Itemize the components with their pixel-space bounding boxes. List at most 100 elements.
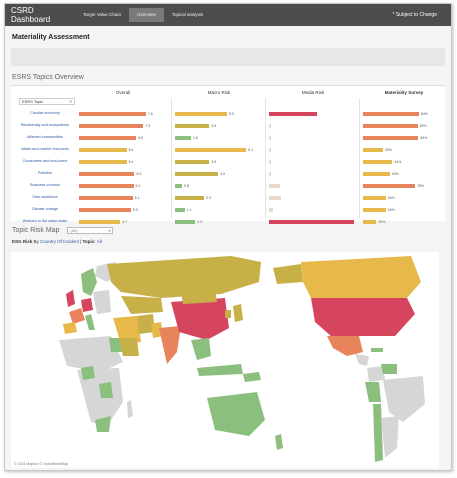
dashboard-frame: CSRD Dashboard Target Value Chain Overvi…: [4, 3, 452, 471]
macro-risk-bar[interactable]: [175, 160, 210, 164]
media-risk-bar[interactable]: [269, 208, 274, 212]
media-risk-bar[interactable]: [269, 148, 271, 152]
country-uk: [66, 290, 75, 307]
survey-bars: 84% 82% 83% 30% 44% 40% 78% 34% 34% 20%: [361, 100, 447, 224]
country-nigeria: [81, 366, 95, 380]
macro-risk-value-label: 0.8: [184, 184, 189, 188]
tab-overview[interactable]: Overview: [128, 8, 164, 22]
topic-row-label[interactable]: Workers in the value chain: [15, 219, 75, 223]
sort-icon[interactable]: ≡: [70, 99, 72, 105]
overall-value-label: 5.9: [132, 208, 138, 212]
tab-topical-analysis[interactable]: Topical analysis: [164, 4, 212, 26]
media-risk-bar[interactable]: [269, 184, 280, 188]
divider: [171, 98, 172, 218]
macro-risk-value-label: 1.1: [186, 208, 192, 212]
media-risk-bar[interactable]: [269, 196, 282, 200]
topic-row-label[interactable]: Own workforce: [15, 195, 75, 199]
risk-subtitle: ESG Risk By Country Of Incident | Topic:…: [12, 239, 102, 244]
overall-value-label: 6.3: [136, 172, 142, 176]
topics-section-title: ESRS Topics Overview: [12, 74, 84, 81]
world-map[interactable]: © 2024 Mapbox © OpenStreetMap: [11, 252, 439, 468]
overall-bar[interactable]: [79, 196, 133, 200]
macro-risk-value-label: 4.9: [220, 172, 225, 176]
survey-bar[interactable]: [363, 184, 415, 188]
topic-row-label[interactable]: Biodiversity and ecosystems: [15, 123, 75, 127]
overall-bar[interactable]: [79, 148, 127, 152]
overall-bar[interactable]: [79, 136, 137, 140]
topic-value-link[interactable]: All: [97, 239, 102, 244]
survey-value-label: 30%: [385, 148, 393, 152]
country-saudi-arabia: [119, 338, 139, 356]
macro-risk-bar[interactable]: [175, 148, 247, 152]
topic-row-label[interactable]: Circular economy: [15, 111, 75, 115]
macro-risk-bar[interactable]: [175, 172, 219, 176]
overall-bar[interactable]: [79, 184, 134, 188]
overall-bar[interactable]: [79, 208, 131, 212]
macro-risk-bar[interactable]: [175, 208, 185, 212]
media-risk-bar[interactable]: [269, 160, 271, 164]
by-label: By: [33, 239, 39, 244]
dimension-link[interactable]: Country Of Incident: [40, 239, 79, 244]
overall-value-label: 6.1: [134, 196, 140, 200]
macro-risk-bar[interactable]: [175, 124, 210, 128]
macro-risk-bar[interactable]: [175, 136, 191, 140]
column-header-materiality-survey: Materiality Survey: [384, 90, 424, 95]
macro-risk-bar[interactable]: [175, 112, 227, 116]
survey-bar[interactable]: [363, 148, 383, 152]
country-korea: [225, 310, 231, 318]
overall-bar[interactable]: [79, 172, 135, 176]
survey-bar[interactable]: [363, 136, 419, 140]
macro-risk-bars: 5.9 3.9 1.8 8.1 3.9 4.9 0.8 3.3 1.1 2.3: [173, 100, 265, 224]
country-southeast-asia: [191, 338, 211, 360]
topic-row-label[interactable]: Water and marine resources: [15, 147, 75, 151]
media-risk-bar[interactable]: [269, 136, 271, 140]
country-madagascar: [127, 400, 133, 418]
macro-risk-value-label: 5.9: [228, 112, 234, 116]
country-new-zealand: [275, 434, 283, 450]
country-canada: [301, 256, 421, 302]
overall-value-label: 7.6: [147, 112, 153, 116]
tab-target-value-chain[interactable]: Target Value Chain: [75, 4, 129, 26]
country-usa: [311, 298, 415, 336]
country-germany: [81, 298, 93, 312]
topic-row-label[interactable]: Pollution: [15, 171, 75, 175]
media-risk-bar[interactable]: [269, 124, 271, 128]
topic-row-label[interactable]: Consumers and end-users: [15, 159, 75, 163]
macro-risk-value-label: 3.9: [211, 160, 217, 164]
macro-risk-bar[interactable]: [175, 196, 205, 200]
survey-bar[interactable]: [363, 220, 377, 224]
survey-bar[interactable]: [363, 160, 393, 164]
country-mexico: [327, 336, 363, 356]
survey-bar[interactable]: [363, 124, 418, 128]
country-venezuela: [381, 364, 397, 374]
macro-risk-value-label: 2.3: [197, 220, 203, 224]
media-risk-bar[interactable]: [269, 112, 318, 116]
map-svg[interactable]: [11, 252, 439, 468]
survey-bar[interactable]: [363, 208, 386, 212]
country-japan: [233, 304, 243, 322]
overall-bar[interactable]: [79, 112, 146, 116]
overall-value-label: 7.3: [145, 124, 151, 128]
country-kazakhstan: [121, 296, 163, 314]
topic-select[interactable]: (All): [67, 227, 114, 234]
overall-bar[interactable]: [79, 124, 144, 128]
topic-row-label[interactable]: Business conduct: [15, 183, 75, 187]
survey-bar[interactable]: [363, 172, 390, 176]
survey-bar[interactable]: [363, 196, 386, 200]
topic-row-label[interactable]: Climate change: [15, 207, 75, 211]
filter-banner: [11, 48, 445, 66]
overall-bar[interactable]: [79, 160, 127, 164]
topic-column-filter[interactable]: ESRS Topic ≡: [19, 98, 75, 105]
country-spain: [63, 322, 77, 334]
divider: [265, 98, 266, 218]
macro-risk-bar[interactable]: [175, 220, 196, 224]
media-risk-bar[interactable]: [269, 172, 271, 176]
survey-bar[interactable]: [363, 112, 419, 116]
topic-row-label[interactable]: Affected communities: [15, 135, 75, 139]
media-risk-bar[interactable]: [269, 220, 355, 224]
macro-risk-bar[interactable]: [175, 184, 183, 188]
macro-risk-value-label: 3.9: [211, 124, 217, 128]
map-title: Topic Risk Map: [12, 227, 60, 234]
survey-value-label: 40%: [391, 172, 399, 176]
overall-bar[interactable]: [79, 220, 121, 224]
